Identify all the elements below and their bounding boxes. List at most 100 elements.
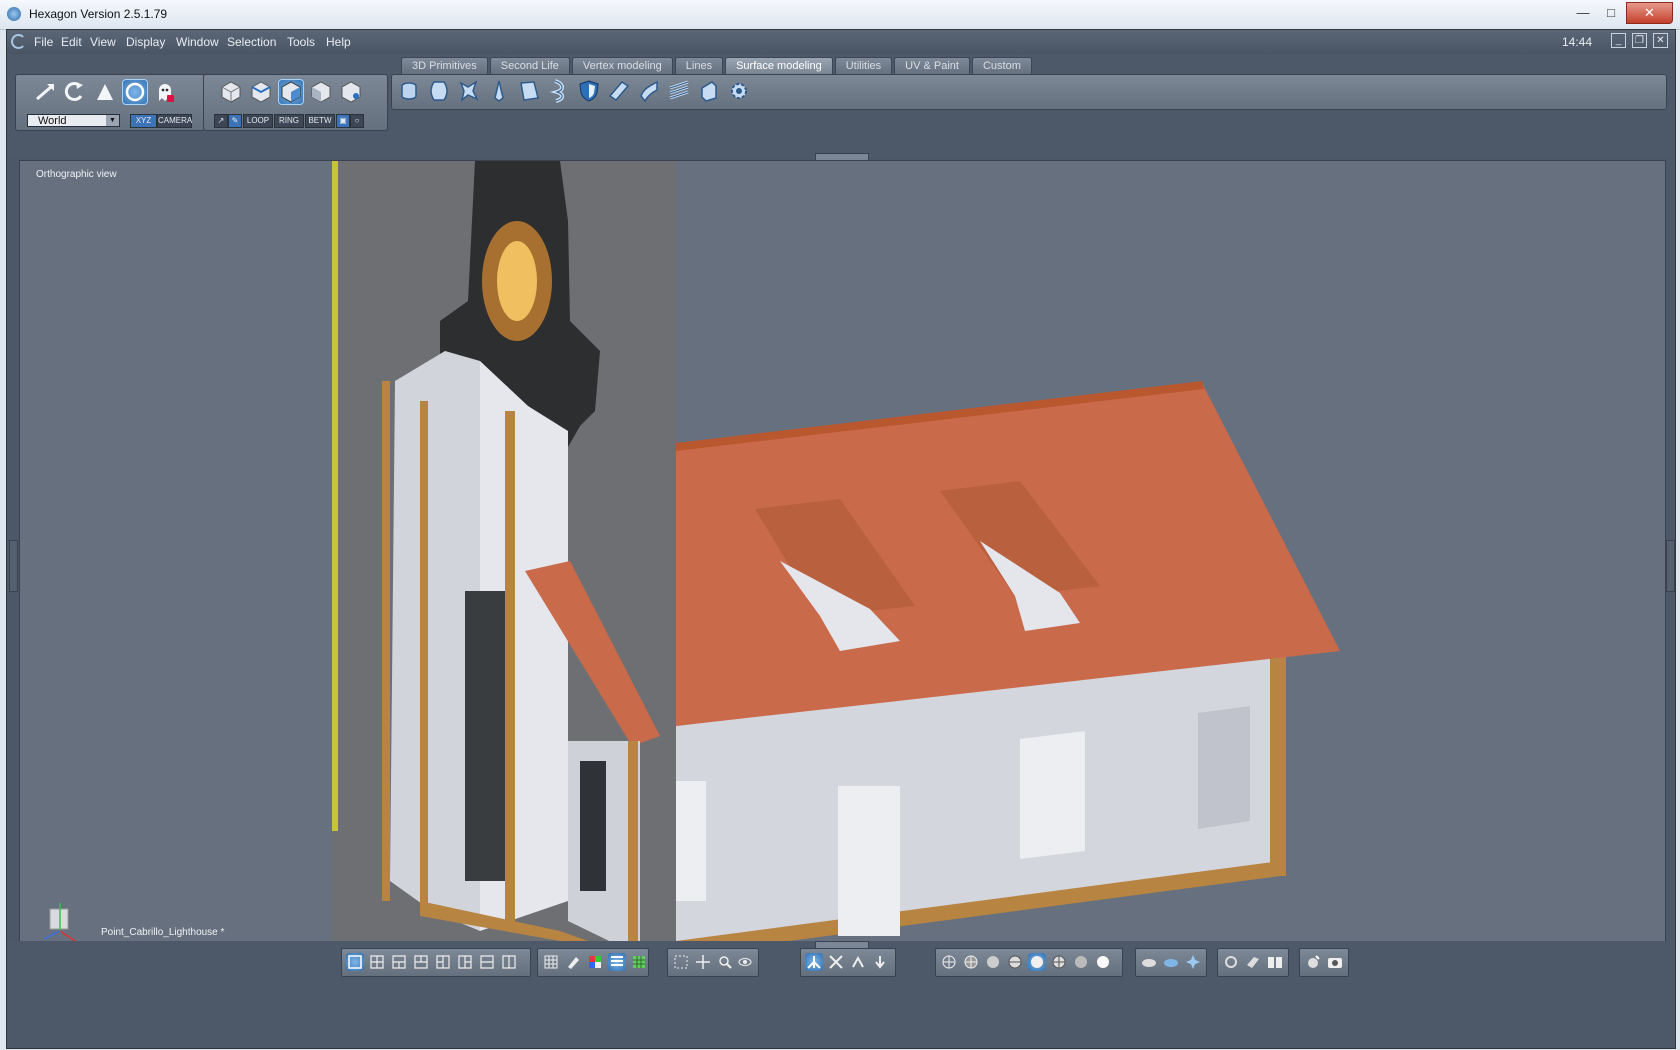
camera-toggle[interactable]: CAMERA (157, 114, 192, 128)
coordinate-space-value: World (38, 115, 67, 127)
tab-uv-paint[interactable]: UV & Paint (894, 57, 970, 74)
flat-shading-icon[interactable] (984, 953, 1002, 971)
menu-window[interactable]: Window (176, 35, 219, 49)
menu-selection[interactable]: Selection (227, 35, 276, 49)
light-icon[interactable] (1184, 953, 1202, 971)
snap-icon[interactable] (564, 953, 582, 971)
universal-manipulator-icon[interactable] (122, 79, 148, 105)
vertical-split-layout-icon[interactable] (500, 953, 518, 971)
four-view-layout-icon[interactable] (368, 953, 386, 971)
auto-select-icon[interactable] (338, 79, 364, 105)
app-close-button[interactable]: ✕ (1653, 33, 1668, 48)
material-icon[interactable] (1244, 953, 1262, 971)
tab-vertex-modeling[interactable]: Vertex modeling (571, 57, 673, 74)
tab-surface-modeling[interactable]: Surface modeling (725, 57, 833, 74)
move-tool-icon[interactable] (32, 79, 58, 105)
menu-view[interactable]: View (90, 35, 116, 49)
pick-tool-icon[interactable]: ↗ (214, 114, 228, 128)
menu-display[interactable]: Display (126, 35, 165, 49)
pan-icon[interactable] (694, 953, 712, 971)
three-view-layout-icon[interactable] (390, 953, 408, 971)
tab-3d-primitives[interactable]: 3D Primitives (401, 57, 488, 74)
3d-viewport[interactable]: Orthographic view Point_Cabrillo_Lightho… (19, 160, 1666, 972)
bend-icon[interactable] (546, 78, 572, 104)
tab-utilities[interactable]: Utilities (834, 57, 893, 74)
tab-second-life[interactable]: Second Life (489, 57, 570, 74)
horizontal-split-layout-icon[interactable] (478, 953, 496, 971)
fly-camera-icon[interactable] (827, 953, 845, 971)
menu-file[interactable]: File (34, 35, 53, 49)
menu-edit[interactable]: Edit (61, 35, 82, 49)
revolve-icon[interactable] (456, 78, 482, 104)
shield-icon[interactable] (576, 78, 602, 104)
tab-custom[interactable]: Custom (971, 57, 1032, 74)
camera-icon[interactable] (1326, 953, 1344, 971)
loop-select-button[interactable]: LOOP (243, 114, 273, 128)
smooth-shading-icon[interactable] (1028, 953, 1046, 971)
manipulator-panel: World ▼ XYZ CAMERA (15, 74, 205, 131)
close-button[interactable]: ✕ (1626, 2, 1673, 24)
uv-grid-icon[interactable] (630, 953, 648, 971)
color-grid-icon[interactable] (586, 953, 604, 971)
xyz-toggle[interactable]: XYZ (130, 114, 157, 128)
app-restore-button[interactable]: ❐ (1632, 33, 1647, 48)
soft-shading-icon[interactable] (1072, 953, 1090, 971)
stairs-icon[interactable] (666, 78, 692, 104)
left-panel-handle[interactable] (9, 540, 18, 592)
loft-icon[interactable] (426, 78, 452, 104)
between-select-button[interactable]: BETW (305, 114, 335, 128)
texture-shading-icon[interactable] (1050, 953, 1068, 971)
render-settings-icon[interactable] (1222, 953, 1240, 971)
menu-help[interactable]: Help (326, 35, 351, 49)
tab-lines[interactable]: Lines (674, 57, 724, 74)
orbit-camera-icon[interactable] (805, 953, 823, 971)
maximize-button[interactable]: □ (1598, 2, 1624, 22)
paint-select-icon[interactable]: ✎ (228, 114, 242, 128)
shell-icon[interactable] (696, 78, 722, 104)
grid-settings-icon[interactable] (542, 953, 560, 971)
coons-patch-icon[interactable] (516, 78, 542, 104)
table-view-icon[interactable] (608, 953, 626, 971)
face-select-icon[interactable] (308, 79, 334, 105)
sweep-icon[interactable] (486, 78, 512, 104)
coordinate-space-select[interactable]: World ▼ (27, 114, 120, 127)
camera-modes-group (800, 948, 896, 977)
ring-select-button[interactable]: RING (274, 114, 304, 128)
ambient-occlusion-icon[interactable] (1162, 953, 1180, 971)
gear-icon[interactable] (726, 78, 752, 104)
smooth-wire-shading-icon[interactable] (1006, 953, 1024, 971)
app-minimize-button[interactable]: _ (1611, 33, 1626, 48)
side-split-alt-layout-icon[interactable] (456, 953, 474, 971)
single-view-layout-icon[interactable] (346, 953, 364, 971)
eye-icon[interactable] (736, 953, 754, 971)
object-select-icon[interactable] (218, 79, 244, 105)
menu-tools[interactable]: Tools (287, 35, 315, 49)
book-icon[interactable] (1266, 953, 1284, 971)
walk-camera-icon[interactable] (849, 953, 867, 971)
edge-select-icon[interactable] (278, 79, 304, 105)
frame-all-icon[interactable] (672, 953, 690, 971)
right-panel-handle[interactable] (1666, 540, 1675, 592)
three-view-alt-layout-icon[interactable] (412, 953, 430, 971)
clock-display: 14:44 (1562, 35, 1593, 49)
hidden-line-shading-icon[interactable] (962, 953, 980, 971)
toolbar-area: 3D Primitives Second Life Vertex modelin… (7, 54, 1675, 161)
rotate-tool-icon[interactable] (62, 79, 88, 105)
shadow-icon[interactable] (1140, 953, 1158, 971)
ghost-icon[interactable] (152, 79, 178, 105)
wireframe-shading-icon[interactable] (940, 953, 958, 971)
render-shading-icon[interactable] (1094, 953, 1112, 971)
minimize-button[interactable]: — (1570, 2, 1596, 22)
lighthouse-model-render (43, 161, 1340, 971)
scale-tool-icon[interactable] (92, 79, 118, 105)
slab-icon[interactable] (606, 78, 632, 104)
zoom-icon[interactable] (716, 953, 734, 971)
lasso-select-icon[interactable]: ▣ (336, 114, 350, 128)
dolly-camera-icon[interactable] (871, 953, 889, 971)
surface-skin-icon[interactable] (636, 78, 662, 104)
extrude-icon[interactable] (396, 78, 422, 104)
vertex-select-icon[interactable] (248, 79, 274, 105)
circle-select-icon[interactable]: ○ (350, 114, 364, 128)
render-preview-icon[interactable] (1304, 953, 1322, 971)
side-split-layout-icon[interactable] (434, 953, 452, 971)
